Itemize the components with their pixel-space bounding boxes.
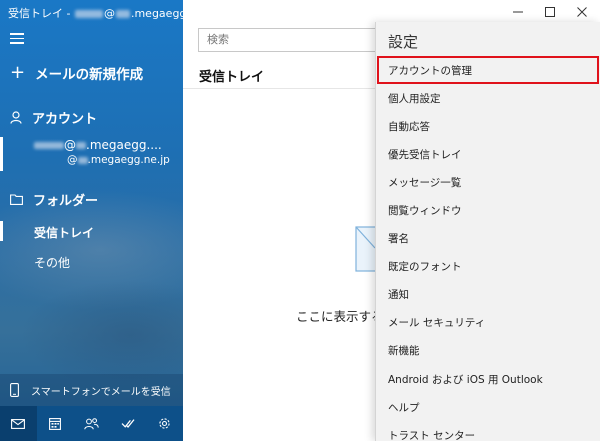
settings-icon [159,418,170,429]
phone-promo-label: スマートフォンでメールを受信 [31,386,171,398]
sidebar: 受信トレイ - @ .megaegg.ne.jp + メールの新規作成 アカウント… [0,0,183,441]
new-mail-button[interactable]: + メールの新規作成 [10,62,144,84]
hamburger-menu-icon[interactable] [10,33,24,45]
todo-app-button[interactable] [110,406,147,441]
accounts-header[interactable]: アカウント [10,108,97,127]
settings-item-whats-new[interactable]: 新機能 [376,337,600,365]
search-box[interactable] [198,28,398,52]
settings-item-help[interactable]: ヘルプ [376,393,600,421]
settings-item-signature[interactable]: 署名 [376,225,600,253]
settings-item-reading-pane[interactable]: 閲覧ウィンドウ [376,196,600,224]
selection-indicator [0,137,3,171]
redacted-domain [76,142,86,149]
inbox-title: 受信トレイ [199,70,265,85]
settings-item-default-font[interactable]: 既定のフォント [376,253,600,281]
window-title-prefix: 受信トレイ - [8,7,74,20]
mail-app-button[interactable] [0,406,37,441]
smartphone-icon [10,383,19,397]
person-icon [10,111,22,124]
close-icon [577,7,587,17]
pane-divider [183,88,375,89]
account-item[interactable]: @ .megaegg.... @ .megaegg.ne.jp [0,135,183,173]
minimize-icon [513,11,523,13]
settings-item-outlook-mobile[interactable]: Android および iOS 用 Outlook [376,365,600,393]
redacted-domain [115,10,130,18]
accounts-header-label: アカウント [32,112,98,127]
selection-indicator [0,221,3,241]
account-email2-at: @ [67,154,78,166]
close-button[interactable] [567,2,597,22]
settings-item-focused-inbox[interactable]: 優先受信トレイ [376,140,600,168]
redacted-username [34,142,64,149]
folders-header-label: フォルダー [33,194,99,209]
folder-item-inbox[interactable]: 受信トレイ [0,218,183,244]
window-title: 受信トレイ - @ .megaegg.ne.jp [8,5,183,21]
settings-list: アカウントの管理 個人用設定 自動応答 優先受信トレイ メッセージ一覧 閲覧ウィ… [376,56,600,441]
account-email2-domain: .megaegg.ne.jp [87,154,170,166]
calendar-app-button[interactable] [37,406,74,441]
settings-item-personalization[interactable]: 個人用設定 [376,84,600,112]
bottom-app-bar [0,406,183,441]
window-title-domain: .megaegg.ne.jp [130,7,183,20]
settings-item-email-security[interactable]: メール セキュリティ [376,309,600,337]
mail-icon [11,418,26,429]
sidebar-content: 受信トレイ - @ .megaegg.ne.jp + メールの新規作成 アカウント… [0,0,183,441]
phone-promo-button[interactable]: スマートフォンでメールを受信 [0,374,183,406]
account-email: @ .megaegg.... [34,138,162,152]
folder-icon [10,194,23,205]
settings-app-button[interactable] [146,406,183,441]
people-icon [84,417,99,429]
settings-title: 設定 [388,33,419,51]
account-email-domain: .megaegg.... [86,138,162,152]
window-title-at: @ [103,7,115,20]
search-input[interactable] [207,33,389,46]
folders-header[interactable]: フォルダー [10,190,98,209]
new-mail-label: メールの新規作成 [35,67,144,83]
settings-item-manage-accounts[interactable]: アカウントの管理 [377,56,599,85]
redacted-username [74,10,103,18]
plus-icon: + [10,62,26,83]
maximize-button[interactable] [535,2,565,22]
settings-item-notifications[interactable]: 通知 [376,281,600,309]
todo-icon [121,419,135,428]
folder-label: 受信トレイ [34,226,95,240]
maximize-icon [545,7,555,17]
account-email-at: @ [64,138,76,152]
account-email-secondary: @ .megaegg.ne.jp [67,154,170,166]
settings-item-trust-center[interactable]: トラスト センター [376,421,600,441]
settings-flyout: 設定 アカウントの管理 個人用設定 自動応答 優先受信トレイ メッセージ一覧 閲… [375,22,600,441]
settings-item-message-list[interactable]: メッセージ一覧 [376,168,600,196]
settings-item-automatic-replies[interactable]: 自動応答 [376,112,600,140]
calendar-icon [48,417,61,430]
people-app-button[interactable] [73,406,110,441]
folder-item-other[interactable]: その他 [34,254,70,271]
minimize-button[interactable] [503,2,533,22]
redacted-domain [77,156,88,164]
